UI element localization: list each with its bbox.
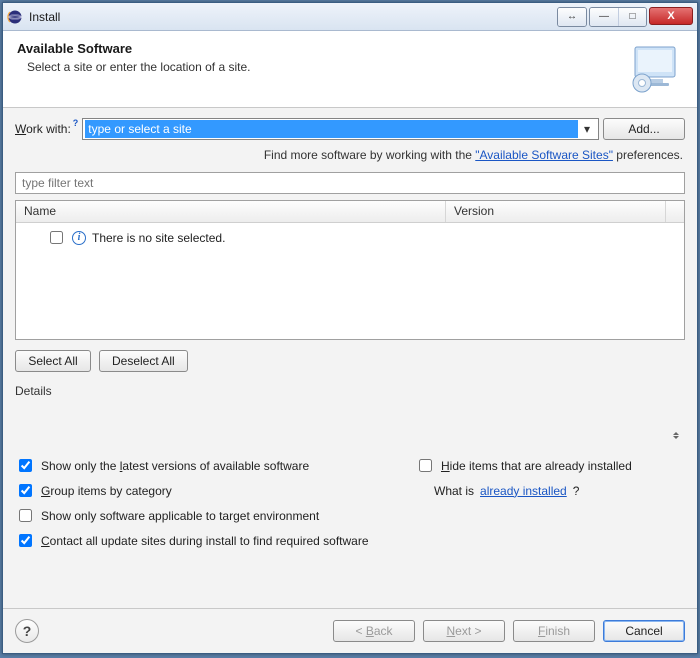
- titlebar[interactable]: Install ↔ — □ X: [3, 3, 697, 31]
- already-installed-link[interactable]: already installed: [480, 484, 567, 498]
- info-icon: i: [72, 231, 86, 245]
- titlebar-move-group: ↔: [557, 7, 587, 27]
- cancel-button[interactable]: Cancel: [603, 620, 685, 642]
- whatis-prefix: What is: [434, 484, 474, 498]
- tree-header: Name Version: [16, 201, 684, 223]
- opt-group-category[interactable]: Group items by category: [15, 481, 415, 500]
- page-title: Available Software: [17, 41, 627, 56]
- work-with-combo[interactable]: ▾: [82, 118, 599, 140]
- maximize-button[interactable]: □: [618, 8, 646, 26]
- opt-latest-checkbox[interactable]: [19, 459, 32, 472]
- back-button[interactable]: < Back: [333, 620, 415, 642]
- install-wizard-icon: [627, 41, 683, 97]
- sites-hint: Find more software by working with the "…: [17, 148, 683, 162]
- move-button[interactable]: ↔: [558, 8, 586, 26]
- work-with-label: Work with:: [15, 122, 71, 136]
- window-title: Install: [29, 10, 557, 24]
- work-with-input[interactable]: [85, 120, 578, 138]
- opt-group-category-checkbox[interactable]: [19, 484, 32, 497]
- opt-target-env-checkbox[interactable]: [19, 509, 32, 522]
- opt-target-env-label: Show only software applicable to target …: [41, 509, 319, 523]
- opt-contact-sites[interactable]: Contact all update sites during install …: [15, 531, 685, 550]
- help-button[interactable]: ?: [15, 619, 39, 643]
- filter-input[interactable]: [15, 172, 685, 194]
- finish-button[interactable]: Finish: [513, 620, 595, 642]
- hint-prefix: Find more software by working with the: [264, 148, 475, 162]
- whatis-suffix: ?: [573, 484, 580, 498]
- wizard-footer: ? < Back Next > Finish Cancel: [3, 608, 697, 653]
- opt-group-category-label: Group items by category: [41, 484, 172, 498]
- opt-latest[interactable]: Show only the latest versions of availab…: [15, 456, 415, 475]
- details-area: [15, 400, 685, 442]
- column-name[interactable]: Name: [16, 201, 446, 222]
- opt-hide-installed-label: Hide items that are already installed: [441, 459, 632, 473]
- details-label: Details: [15, 384, 685, 398]
- details-expand-toggle[interactable]: [671, 430, 681, 440]
- next-button[interactable]: Next >: [423, 620, 505, 642]
- wizard-header: Available Software Select a site or ente…: [3, 31, 697, 108]
- opt-whatis: What is already installed?: [415, 481, 685, 500]
- hint-suffix: preferences.: [613, 148, 683, 162]
- software-tree[interactable]: Name Version i There is no site selected…: [15, 200, 685, 340]
- install-dialog: Install ↔ — □ X Available Software Selec…: [2, 2, 698, 654]
- column-version[interactable]: Version: [446, 201, 666, 222]
- opt-latest-label: Show only the latest versions of availab…: [41, 459, 309, 473]
- page-subtitle: Select a site or enter the location of a…: [27, 60, 627, 74]
- select-all-button[interactable]: Select All: [15, 350, 91, 372]
- opt-target-env[interactable]: Show only software applicable to target …: [15, 506, 415, 525]
- eclipse-icon: [7, 9, 23, 25]
- opt-contact-sites-checkbox[interactable]: [19, 534, 32, 547]
- deselect-all-button[interactable]: Deselect All: [99, 350, 188, 372]
- empty-row-checkbox[interactable]: [50, 231, 63, 244]
- close-button[interactable]: X: [649, 7, 693, 25]
- opt-hide-installed-checkbox[interactable]: [419, 459, 432, 472]
- opt-contact-sites-label: Contact all update sites during install …: [41, 534, 369, 548]
- options-grid: Show only the latest versions of availab…: [15, 456, 685, 550]
- available-sites-link[interactable]: "Available Software Sites": [475, 148, 613, 162]
- add-button[interactable]: Add...: [603, 118, 685, 140]
- content-area: Work with:? ▾ Add... Find more software …: [3, 108, 697, 608]
- help-superscript-icon[interactable]: ?: [73, 118, 79, 128]
- tree-body: i There is no site selected.: [16, 223, 684, 339]
- opt-hide-installed[interactable]: Hide items that are already installed: [415, 456, 685, 475]
- titlebar-min-max: — □: [589, 7, 647, 27]
- empty-message: There is no site selected.: [92, 231, 225, 245]
- minimize-button[interactable]: —: [590, 8, 618, 26]
- chevron-down-icon[interactable]: ▾: [578, 120, 596, 138]
- tree-empty-row: i There is no site selected.: [24, 227, 676, 248]
